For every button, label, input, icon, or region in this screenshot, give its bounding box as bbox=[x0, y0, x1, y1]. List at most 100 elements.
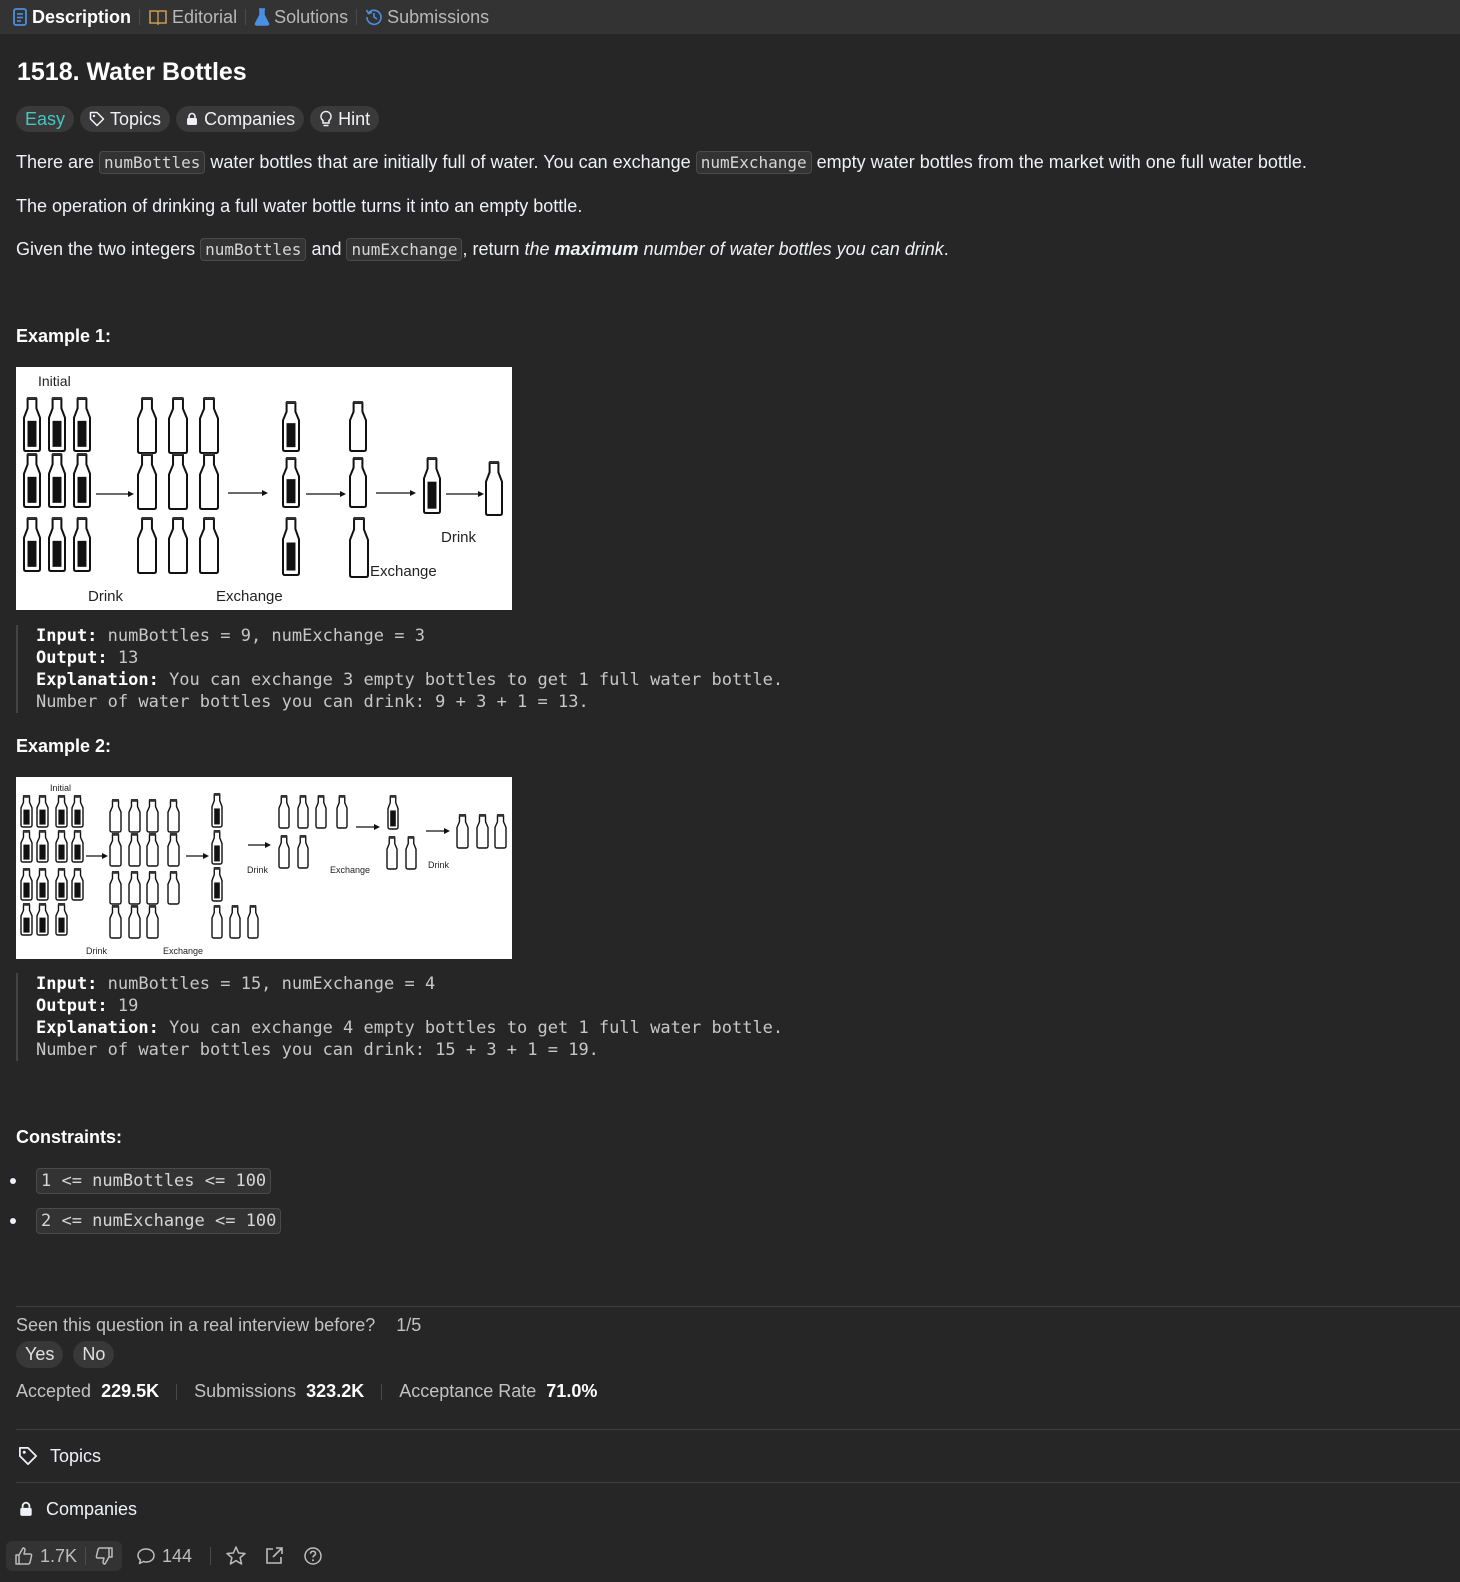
full-bottle bbox=[71, 830, 84, 863]
inline-code: numExchange bbox=[695, 151, 812, 174]
lock-icon bbox=[187, 112, 198, 125]
empty-bottle bbox=[146, 833, 159, 867]
explanation-label: Explanation: bbox=[36, 670, 159, 690]
tab-editorial[interactable]: Editorial bbox=[148, 7, 237, 28]
tag-icon bbox=[19, 1447, 37, 1465]
share-button[interactable] bbox=[263, 1545, 285, 1567]
separator bbox=[381, 1383, 383, 1400]
arrow-icon bbox=[446, 491, 484, 497]
full-bottle bbox=[282, 457, 300, 508]
bullet-dot bbox=[10, 1218, 16, 1224]
full-bottle bbox=[20, 795, 33, 828]
output-value: 19 bbox=[107, 996, 139, 1016]
arrow-icon bbox=[248, 842, 271, 848]
interview-question: Seen this question in a real interview b… bbox=[16, 1312, 421, 1338]
interview-buttons: Yes No bbox=[16, 1341, 115, 1368]
empty-bottle bbox=[349, 517, 369, 578]
inline-code: numBottles bbox=[99, 151, 206, 174]
arrow-icon bbox=[228, 490, 268, 496]
empty-bottle bbox=[128, 871, 141, 905]
bottles-diagram: Initial Drink Exchange Exchange Drink bbox=[23, 373, 503, 605]
difficulty-badge: Easy bbox=[16, 106, 75, 132]
full-bottle bbox=[71, 868, 84, 901]
empty-bottle bbox=[137, 453, 157, 510]
bullet-dot bbox=[10, 1178, 16, 1184]
hint-tag-button[interactable]: Hint bbox=[310, 106, 380, 132]
explanation-text: Number of water bottles you can drink: 1… bbox=[36, 1040, 599, 1060]
companies-tag-label: Companies bbox=[204, 108, 296, 129]
empty-bottle bbox=[167, 833, 180, 867]
companies-section-toggle[interactable]: Companies bbox=[16, 1484, 137, 1534]
figure-label-exchange: Exchange bbox=[163, 946, 203, 956]
companies-section-label: Companies bbox=[46, 1498, 138, 1519]
topics-section-label: Topics bbox=[50, 1445, 102, 1466]
output-value: 13 bbox=[107, 648, 139, 668]
interview-question-text: Seen this question in a real interview b… bbox=[16, 1315, 376, 1335]
arrow-icon bbox=[426, 828, 450, 834]
full-bottle bbox=[23, 397, 41, 452]
empty-bottle bbox=[167, 871, 180, 905]
full-bottle bbox=[73, 453, 91, 508]
tab-separator bbox=[245, 9, 247, 25]
example-2-heading: Example 2: bbox=[16, 736, 112, 756]
favorite-button[interactable] bbox=[225, 1545, 247, 1567]
example-1-heading: Example 1: bbox=[16, 326, 112, 346]
empty-bottle bbox=[137, 397, 157, 454]
flask-icon bbox=[254, 8, 270, 26]
empty-bottle bbox=[167, 799, 180, 833]
example-1-figure: Initial Drink Exchange Exchange Drink bbox=[16, 367, 512, 610]
tab-submissions-label: Submissions bbox=[387, 6, 490, 27]
tab-solutions[interactable]: Solutions bbox=[254, 7, 348, 28]
empty-bottle bbox=[199, 453, 219, 510]
list-item: 2 <= numExchange <= 100 bbox=[10, 1201, 282, 1241]
history-icon bbox=[365, 9, 382, 26]
acceptance-rate-value: 71.0% bbox=[546, 1381, 598, 1401]
bottom-action-bar: 1.7K 144 bbox=[0, 1530, 1460, 1582]
strong-emphasis: maximum bbox=[554, 239, 639, 259]
full-bottle bbox=[20, 830, 33, 863]
yes-button[interactable]: Yes bbox=[16, 1341, 64, 1368]
arrow-icon bbox=[376, 490, 416, 496]
full-bottle bbox=[55, 903, 68, 936]
topics-section-toggle[interactable]: Topics bbox=[16, 1431, 101, 1481]
full-bottle bbox=[36, 830, 49, 863]
full-bottle bbox=[282, 401, 300, 452]
figure-label-drink: Drink bbox=[441, 529, 477, 546]
inline-code: numBottles bbox=[200, 238, 307, 261]
example-1-io: Input: numBottles = 9, numExchange = 3 O… bbox=[16, 625, 783, 713]
companies-tag-button[interactable]: Companies bbox=[176, 106, 305, 132]
full-bottle bbox=[71, 795, 84, 828]
empty-bottle bbox=[297, 835, 309, 869]
like-count: 1.7K bbox=[40, 1545, 78, 1566]
empty-bottle bbox=[349, 457, 367, 508]
accepted-label: Accepted bbox=[16, 1381, 92, 1401]
full-bottle bbox=[211, 830, 223, 865]
constraint-code: 2 <= numExchange <= 100 bbox=[36, 1208, 282, 1234]
like-button[interactable]: 1.7K bbox=[6, 1546, 85, 1567]
empty-bottle bbox=[476, 814, 489, 849]
description-paragraph-2: The operation of drinking a full water b… bbox=[16, 196, 583, 216]
no-button[interactable]: No bbox=[73, 1341, 115, 1368]
empty-bottle bbox=[109, 799, 122, 833]
vote-box: 1.7K bbox=[6, 1541, 123, 1571]
empty-bottle bbox=[247, 905, 259, 939]
figure-label-exchange: Exchange bbox=[216, 588, 283, 605]
tab-description[interactable]: Description bbox=[12, 7, 131, 28]
topics-tag-button[interactable]: Topics bbox=[80, 106, 171, 132]
help-button[interactable] bbox=[303, 1546, 323, 1566]
submission-stats: Accepted 229.5K Submissions 323.2K Accep… bbox=[16, 1381, 597, 1402]
emphasis: number of water bottles you can drink bbox=[638, 239, 944, 259]
star-icon bbox=[226, 1546, 246, 1565]
comments-button[interactable]: 144 bbox=[136, 1546, 192, 1567]
input-value: numBottles = 15, numExchange = 4 bbox=[97, 974, 436, 994]
divider bbox=[16, 1429, 1460, 1430]
empty-bottle bbox=[146, 871, 159, 905]
dislike-button[interactable] bbox=[86, 1546, 122, 1566]
full-bottle bbox=[211, 793, 223, 828]
empty-bottle bbox=[146, 799, 159, 833]
tab-submissions[interactable]: Submissions bbox=[365, 7, 489, 28]
help-icon bbox=[304, 1547, 322, 1565]
tag-icon bbox=[89, 111, 105, 127]
constraint-code: 1 <= numBottles <= 100 bbox=[36, 1168, 272, 1194]
accepted-value: 229.5K bbox=[101, 1381, 160, 1401]
